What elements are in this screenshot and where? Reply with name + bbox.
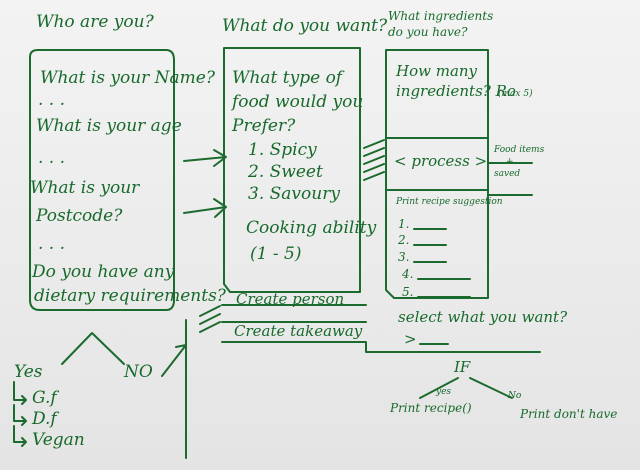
col2-q-food-3: Prefer? xyxy=(232,116,296,136)
option-arrow-1 xyxy=(13,381,27,405)
option-arrow-3 xyxy=(13,425,27,447)
col1-yes-no-branch xyxy=(61,332,125,365)
col3-food-items-3: saved xyxy=(494,169,521,179)
col1-dots-1: . . . xyxy=(38,90,66,110)
col3-num-5: 5. xyxy=(402,285,414,299)
whiteboard: Who are you? What is your Name? . . . Wh… xyxy=(0,0,640,470)
col2-choice-2: 2. Sweet xyxy=(248,162,323,182)
if-no-branch xyxy=(469,377,513,399)
col1-q-postcode-1: What is your xyxy=(30,178,140,198)
col1-answer-no: NO xyxy=(124,362,153,382)
col3-q-count-1: How many xyxy=(396,62,478,80)
col2-choice-3: 3. Savoury xyxy=(248,184,340,204)
arrow-col1-col2-bottom xyxy=(183,198,227,218)
col3-num-3: 3. xyxy=(398,250,410,264)
col3-if-label: IF xyxy=(454,358,471,376)
col2-cooking-1: Cooking ability xyxy=(246,218,377,238)
col1-q-dietary-2: dietary requirements? xyxy=(34,286,226,306)
col3-heading-1: What ingredients xyxy=(388,9,494,23)
col2-heading: What do you want? xyxy=(222,16,388,36)
col2-q-food-1: What type of xyxy=(232,68,343,88)
col3-food-items-1: Food items xyxy=(494,145,545,155)
arrow-col1-col2-top xyxy=(183,149,227,167)
col2-choice-1: 1. Spicy xyxy=(248,140,317,160)
col3-num-1: 1. xyxy=(398,217,410,231)
col2-q-food-2: food would you xyxy=(232,92,364,112)
col1-no-arrow xyxy=(161,344,187,377)
col3-heading-2: do you have? xyxy=(388,25,468,39)
col3-no-action: Print don't have xyxy=(520,407,618,421)
col1-option-2: D.f xyxy=(32,409,57,429)
col2-hatching xyxy=(199,305,221,333)
col2-action-2: Create takeaway xyxy=(234,322,363,340)
col1-answer-yes: Yes xyxy=(14,362,43,382)
col3-print-suggestion: Print recipe suggestion xyxy=(396,197,503,207)
col3-if-yes: yes xyxy=(436,387,452,397)
col3-process: < process > xyxy=(394,152,488,170)
col2-cooking-2: (1 - 5) xyxy=(250,244,302,264)
col3-select-prompt: select what you want? xyxy=(398,308,568,326)
col3-num-4: 4. xyxy=(402,267,414,281)
col1-option-1: G.f xyxy=(32,388,57,408)
col3-hatching xyxy=(363,139,385,181)
col1-heading: Who are you? xyxy=(36,12,154,32)
col1-q-name: What is your Name? xyxy=(40,68,215,88)
col1-dots-3: . . . xyxy=(38,234,66,254)
col1-q-postcode-2: Postcode? xyxy=(36,206,123,226)
col3-num-2: 2. xyxy=(398,233,410,247)
col1-q-dietary-1: Do you have any xyxy=(32,262,175,282)
col3-yes-action: Print recipe() xyxy=(390,401,472,415)
col2-action-1: Create person xyxy=(236,290,345,308)
col3-max-note: (max 5) xyxy=(498,89,533,99)
col1-option-3: Vegan xyxy=(32,430,85,450)
option-arrow-2 xyxy=(13,404,27,426)
col1-q-age: What is your age xyxy=(36,116,182,136)
col3-select-cursor: > xyxy=(404,330,417,348)
col2-divider-bottom xyxy=(221,341,541,353)
col3-if-no: No xyxy=(508,391,522,401)
col3-food-items-2: + xyxy=(506,157,514,167)
col1-dots-2: . . . xyxy=(38,148,66,168)
